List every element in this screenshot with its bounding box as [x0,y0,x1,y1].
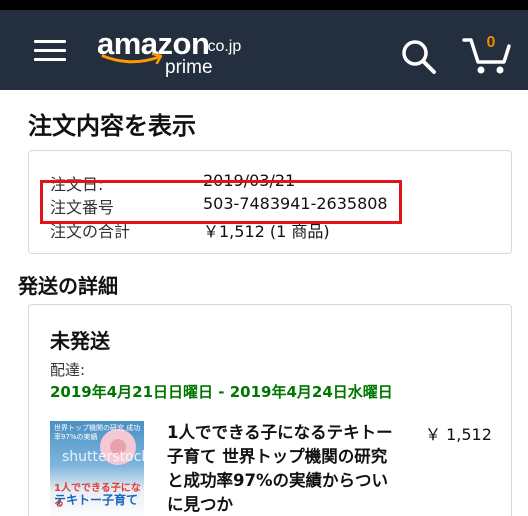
amazon-prime-logo[interactable]: amazon .co.jp prime [97,26,257,78]
logo-prime: prime [165,57,213,78]
thumbnail-watermark: shutterstock [62,449,144,465]
page-title: 注文内容を表示 [28,112,196,140]
search-icon[interactable] [400,38,438,76]
hamburger-menu-icon[interactable] [34,40,66,62]
thumbnail-main-title: テキトー子育て [54,493,139,507]
delivery-label: 配達: [50,361,86,379]
order-number-highlight [40,180,402,224]
product-price: ￥ 1,512 [425,425,492,444]
top-navigation-bar: amazon .co.jp prime 0 [0,10,528,90]
thumbnail-top-text: 世界トップ機関の研究 成功率97%の実績 [54,424,141,441]
shipment-details-heading: 発送の詳細 [18,274,118,298]
status-bar [0,0,528,10]
logo-domain: .co.jp [203,38,242,55]
shipment-card: 未発送 配達: 2019年4月21日日曜日 - 2019年4月24日水曜日 世界… [28,304,512,516]
product-thumbnail[interactable]: 世界トップ機関の研究 成功率97%の実績 shutterstock 1人でできる… [50,421,144,516]
delivery-date-range: 2019年4月21日日曜日 - 2019年4月24日水曜日 [50,383,393,401]
product-title-link[interactable]: 1人でできる子になるテキトー子育て 世界トップ機関の研究と成功率97%の実績から… [167,421,399,516]
shipment-status: 未発送 [50,329,110,353]
cart-count-badge[interactable]: 0 [482,34,500,52]
smile-arrow-icon [101,53,163,65]
